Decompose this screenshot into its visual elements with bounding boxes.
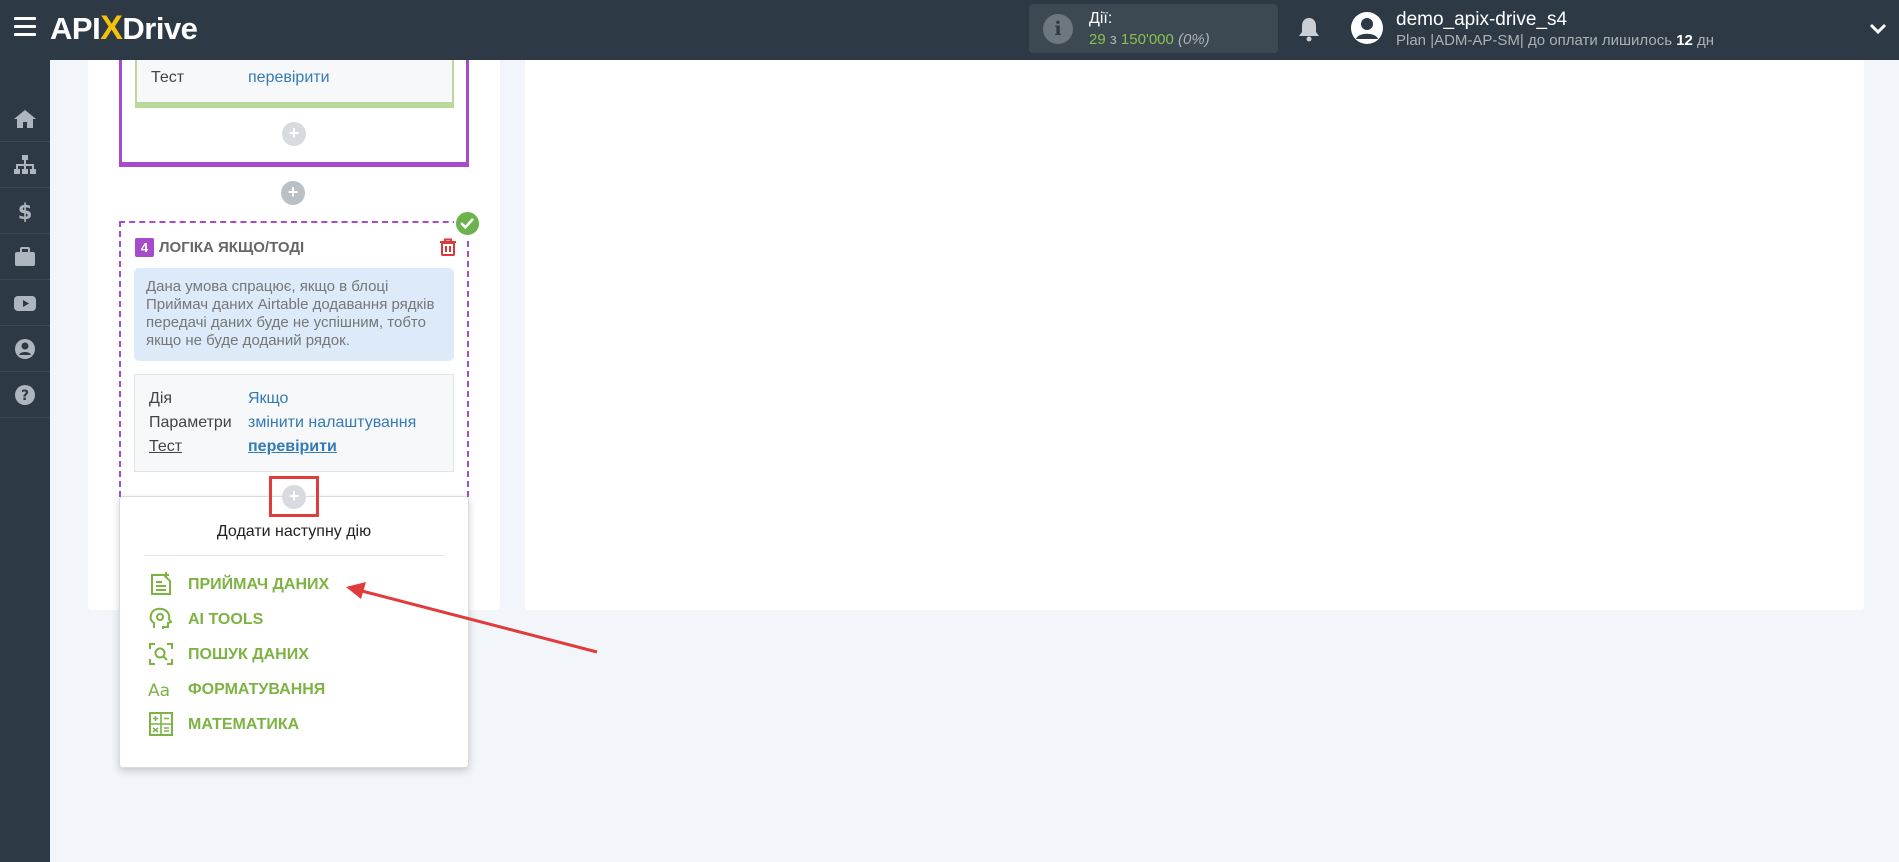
top-bar: APIXDrive i Дії: 29 з 150'000 (0%) demo_… [0, 0, 1899, 60]
sidebar-item-billing[interactable]: $ [0, 188, 50, 234]
actions-count: 29 з 150'000 (0%) [1089, 31, 1210, 48]
params-value-link[interactable]: змінити налаштування [248, 414, 416, 432]
sitemap-icon [14, 155, 36, 174]
trash-icon[interactable] [439, 238, 457, 256]
chevron-down-icon[interactable] [1868, 19, 1888, 39]
sidebar-item-tools[interactable] [0, 234, 50, 280]
logo-api: API [50, 11, 101, 46]
youtube-icon [14, 296, 36, 311]
info-icon: i [1043, 14, 1073, 44]
add-step-button[interactable]: + [282, 122, 306, 146]
ai-head-icon [149, 607, 173, 629]
menu-item-label: ФОРМАТУВАННЯ [188, 681, 326, 698]
plan-text: Plan |ADM-AP-SM| до оплати лишилось [1396, 32, 1673, 49]
svg-text:Aa: Aa [148, 681, 170, 701]
add-step-button-between[interactable]: + [281, 181, 305, 205]
menu-item-formatting[interactable]: Aa ФОРМАТУВАННЯ [148, 674, 428, 704]
action-value-link[interactable]: Якщо [248, 390, 288, 408]
sidebar: $ ? [0, 60, 50, 862]
logic-description: Дана умова спрацює, якщо в блоці Приймач… [134, 268, 454, 361]
menu-item-data-receiver[interactable]: ПРИЙМАЧ ДАНИХ [148, 569, 428, 599]
help-icon: ? [15, 385, 35, 405]
actions-of: з [1109, 31, 1117, 48]
settings-panel [525, 60, 1864, 610]
highlight-box [269, 476, 319, 517]
add-action-dropdown: Додати наступну дію ПРИЙМАЧ ДАНИХ AI TOO… [119, 496, 469, 768]
dollar-icon: $ [18, 200, 33, 222]
sidebar-item-help[interactable]: ? [0, 372, 50, 418]
test-label: Тест [149, 438, 183, 455]
menu-item-label: МАТЕМАТИКА [188, 716, 300, 733]
menu-item-math[interactable]: МАТЕМАТИКА [148, 709, 428, 739]
actions-label: Дії: [1089, 10, 1113, 27]
data-receiver-icon [151, 572, 171, 595]
action-label: Дія [149, 390, 173, 407]
menu-icon[interactable] [14, 17, 36, 37]
actions-counter: i Дії: 29 з 150'000 (0%) [1029, 4, 1278, 53]
sidebar-item-connections[interactable] [0, 142, 50, 188]
menu-item-label: ПОШУК ДАНИХ [188, 646, 309, 663]
menu-item-label: ПРИЙМАЧ ДАНИХ [188, 576, 330, 593]
sidebar-item-account[interactable] [0, 326, 50, 372]
actions-percent: (0%) [1178, 31, 1210, 48]
sidebar-item-video[interactable] [0, 280, 50, 326]
logo[interactable]: APIXDrive [50, 8, 198, 48]
dropdown-divider [144, 555, 444, 556]
dropdown-title: Додати наступну дію [216, 523, 372, 540]
format-text-icon: Aa [148, 681, 170, 701]
block-number-badge: 4 [135, 238, 154, 257]
svg-text:$: $ [18, 200, 33, 222]
check-icon [454, 210, 481, 237]
prev-test-label: Тест [151, 69, 185, 86]
test-value-link[interactable]: перевірити [248, 438, 337, 456]
sidebar-item-home[interactable] [0, 96, 50, 142]
search-data-icon [149, 643, 173, 665]
previous-block: Тест перевірити + [119, 60, 469, 167]
actions-used: 29 [1089, 31, 1106, 48]
actions-total: 150'000 [1120, 31, 1174, 48]
params-label: Параметри [149, 414, 232, 431]
logo-drive: Drive [122, 11, 198, 46]
logic-params: Дія Якщо Параметри змінити налаштування … [134, 374, 454, 472]
plan-days: 12 [1676, 32, 1693, 49]
avatar[interactable] [1350, 11, 1384, 45]
previous-block-inner: Тест перевірити [135, 60, 454, 108]
plan-days-unit: дн [1697, 32, 1715, 49]
home-icon [14, 110, 36, 128]
user-name[interactable]: demo_apix-drive_s4 [1396, 9, 1567, 31]
menu-item-search-data[interactable]: ПОШУК ДАНИХ [148, 639, 428, 669]
prev-test-link[interactable]: перевірити [248, 69, 330, 87]
briefcase-icon [15, 247, 35, 266]
calculator-icon [149, 712, 173, 736]
user-circle-icon [15, 339, 35, 359]
menu-item-ai-tools[interactable]: AI TOOLS [148, 604, 428, 634]
svg-text:?: ? [21, 388, 29, 404]
menu-item-label: AI TOOLS [188, 611, 264, 628]
logic-block-title: ЛОГІКА ЯКЩО/ТОДІ [159, 239, 305, 256]
logic-block: 4 ЛОГІКА ЯКЩО/ТОДІ Дана умова спрацює, я… [119, 221, 469, 497]
logo-x: X [100, 9, 123, 47]
bell-icon[interactable] [1297, 16, 1321, 42]
user-plan: Plan |ADM-AP-SM| до оплати лишилось 12 д… [1396, 32, 1714, 49]
